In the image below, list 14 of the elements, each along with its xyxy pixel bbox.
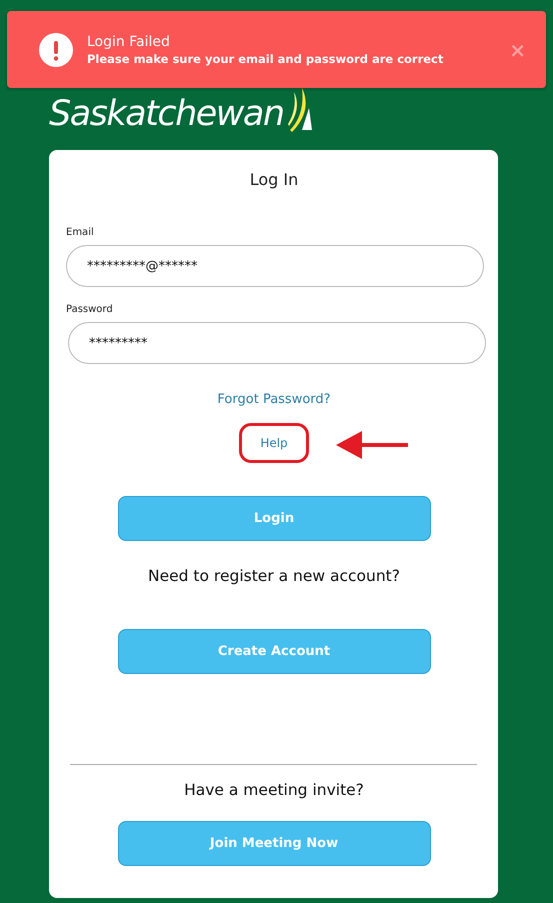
toast-message: Please make sure your email and password are correct: [87, 52, 444, 66]
field-label: Email: [66, 227, 94, 238]
wheat-icon: [286, 86, 312, 132]
email-field[interactable]: *********@******: [66, 245, 484, 287]
alert-icon: [39, 32, 73, 66]
field-label: Password: [66, 304, 113, 315]
section-heading: Need to register a new account?: [148, 567, 400, 585]
forgot-password-link[interactable]: Forgot Password?: [217, 392, 331, 407]
arrow-icon: [336, 431, 408, 459]
section-heading: Have a meeting invite?: [184, 781, 364, 799]
password-field[interactable]: *********: [68, 322, 486, 364]
card-title: Log In: [250, 170, 298, 189]
toast-title: Login Failed: [87, 34, 171, 50]
logo-text: Saskatchewan: [49, 97, 284, 132]
